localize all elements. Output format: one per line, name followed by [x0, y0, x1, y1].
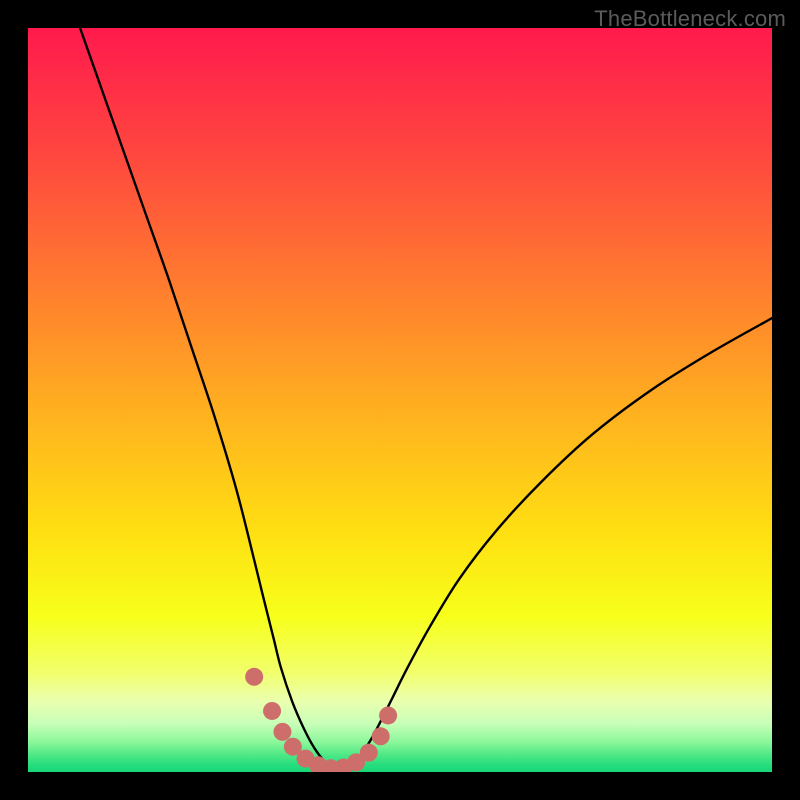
- chart-frame: TheBottleneck.com: [0, 0, 800, 800]
- chart-svg: [28, 28, 772, 772]
- marker-point: [245, 668, 263, 686]
- marker-point: [372, 727, 390, 745]
- marker-point: [360, 744, 378, 762]
- marker-point: [273, 723, 291, 741]
- marker-point: [379, 706, 397, 724]
- gradient-background: [28, 28, 772, 772]
- watermark-text: TheBottleneck.com: [594, 6, 786, 32]
- marker-point: [263, 702, 281, 720]
- plot-area: [28, 28, 772, 772]
